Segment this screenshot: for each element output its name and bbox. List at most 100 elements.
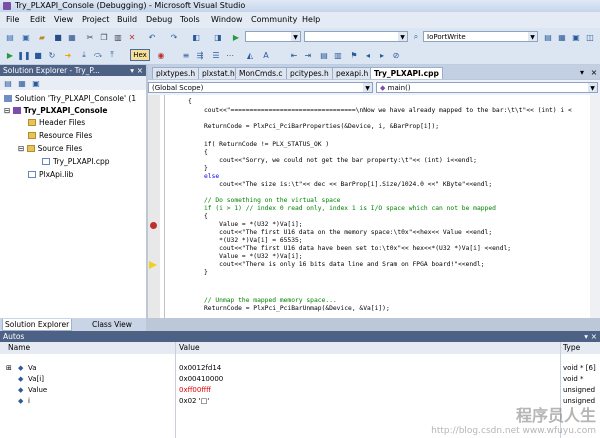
new-project-icon[interactable]: ▤ <box>4 31 16 43</box>
column-value[interactable]: Value <box>179 343 200 352</box>
solution-explorer-icon[interactable]: ▤ <box>542 31 554 43</box>
paste-icon[interactable]: ▥ <box>112 31 124 43</box>
undo-icon[interactable]: ↶ <box>146 31 158 43</box>
tab-moncmds-c[interactable]: MonCmds.c <box>235 67 287 79</box>
clear-bookmarks-icon[interactable]: ⊘ <box>390 49 402 61</box>
menu-build[interactable]: Build <box>117 15 137 24</box>
breakpoint-icon[interactable] <box>150 222 157 229</box>
menu-view[interactable]: View <box>54 15 73 24</box>
save-all-icon[interactable]: ▦ <box>66 31 78 43</box>
step-out-icon[interactable]: ⤒ <box>106 49 118 61</box>
continue-icon[interactable]: ▶ <box>4 49 16 61</box>
function-combo[interactable]: ◆ main() ▼ <box>376 82 598 93</box>
menu-help[interactable]: Help <box>302 15 320 24</box>
column-name[interactable]: Name <box>8 343 30 352</box>
copy-icon[interactable]: ❐ <box>98 31 110 43</box>
delete-icon[interactable]: ✕ <box>126 31 138 43</box>
find-combo[interactable]: IoPortWrite ▼ <box>423 31 538 42</box>
tab-try-plxapi-cpp[interactable]: Try_PLXAPI.cpp <box>370 67 443 79</box>
previous-bookmark-icon[interactable]: ◂ <box>362 49 374 61</box>
tree-project[interactable]: ⊟ Try_PLXAPI_Console <box>4 106 107 115</box>
text-editor-icon[interactable]: ≡ <box>180 49 192 61</box>
menu-project[interactable]: Project <box>82 15 109 24</box>
cut-icon[interactable]: ✂ <box>84 31 96 43</box>
cell-value[interactable]: 0x0012fd14 <box>179 364 221 372</box>
quick-info-icon[interactable]: ◭ <box>244 49 256 61</box>
table-row[interactable]: ⊞ ◆ Va 0x0012fd14 void * [6] <box>0 364 600 373</box>
tree-file-try-plxapi-cpp[interactable]: Try_PLXAPI.cpp <box>42 157 109 166</box>
break-all-icon[interactable]: ❚❚ <box>17 49 30 61</box>
close-icon[interactable]: × <box>137 65 143 76</box>
tab-class-view[interactable]: Class View <box>90 319 134 330</box>
menu-tools[interactable]: Tools <box>180 15 200 24</box>
stop-debugging-icon[interactable]: ■ <box>32 49 44 61</box>
tab-list-icon[interactable]: ▾ <box>576 66 588 78</box>
show-next-statement-icon[interactable]: ➜ <box>62 49 74 61</box>
collapse-icon[interactable]: ⊟ <box>4 106 13 115</box>
toggle-bookmark-icon[interactable]: ⚑ <box>348 49 360 61</box>
collapse-icon[interactable]: ⊟ <box>18 144 27 153</box>
code-editor[interactable]: { cout<<"===============================… <box>148 95 600 318</box>
configuration-combo[interactable]: ▼ <box>245 31 301 42</box>
platform-combo[interactable]: ▼ <box>304 31 408 42</box>
tree-solution[interactable]: Solution 'Try_PLXAPI_Console' (1 <box>4 94 136 103</box>
cell-value[interactable]: 0x02 '□' <box>179 397 209 405</box>
cell-value[interactable]: 0xff00ffff <box>179 386 211 394</box>
add-item-icon[interactable]: ▣ <box>20 31 32 43</box>
cell-value[interactable]: 0x00410000 <box>179 375 223 383</box>
decrease-indent-icon[interactable]: ⇤ <box>288 49 300 61</box>
table-row[interactable]: ◆ Va[i] 0x00410000 void * <box>0 375 600 384</box>
tree-folder-resource-files[interactable]: Resource Files <box>28 131 92 140</box>
menu-community[interactable]: Community <box>251 15 297 24</box>
indicator-margin[interactable] <box>148 95 160 318</box>
tree-file-plxapi-lib[interactable]: PlxApi.lib <box>28 170 73 179</box>
pin-icon[interactable]: ▾ <box>584 331 588 342</box>
navigate-back-icon[interactable]: ◧ <box>190 31 202 43</box>
menu-file[interactable]: File <box>6 15 19 24</box>
pin-icon[interactable]: ▾ <box>130 65 134 76</box>
word-wrap-icon[interactable]: ⇶ <box>194 49 206 61</box>
restart-icon[interactable]: ↻ <box>46 49 58 61</box>
tab-solution-explorer[interactable]: Solution Explorer <box>2 319 73 331</box>
uncomment-icon[interactable]: ▥ <box>332 49 344 61</box>
step-over-icon[interactable]: ⤼ <box>92 49 104 61</box>
open-folder-icon[interactable]: ▰ <box>36 31 48 43</box>
hex-display-button[interactable]: Hex <box>130 49 150 61</box>
properties-icon[interactable]: ▦ <box>556 31 568 43</box>
tab-plxstat-h[interactable]: plxstat.h <box>198 67 239 79</box>
toolbox-icon[interactable]: ◫ <box>584 31 596 43</box>
find-in-files-icon[interactable]: ⌕ <box>410 31 422 43</box>
breakpoints-window-icon[interactable]: ◉ <box>155 49 167 61</box>
expand-icon[interactable]: ⊞ <box>6 364 12 372</box>
refresh-icon[interactable]: ▣ <box>30 77 42 89</box>
column-type[interactable]: Type <box>563 343 580 352</box>
tab-plxtypes-h[interactable]: plxtypes.h <box>152 67 200 79</box>
scope-combo[interactable]: (Global Scope) ▼ <box>148 82 373 93</box>
complete-word-icon[interactable]: A <box>260 49 272 61</box>
navigate-forward-icon[interactable]: ◨ <box>212 31 224 43</box>
menu-edit[interactable]: Edit <box>30 15 46 24</box>
tree-folder-header-files[interactable]: Header Files <box>28 118 85 127</box>
list-members-icon[interactable]: ☰ <box>210 49 222 61</box>
close-icon[interactable]: × <box>591 331 597 342</box>
tree-folder-source-files[interactable]: ⊟ Source Files <box>18 144 82 153</box>
menu-debug[interactable]: Debug <box>146 15 172 24</box>
object-browser-icon[interactable]: ▣ <box>570 31 582 43</box>
table-row[interactable]: ◆ Value 0xff00ffff unsigned <box>0 386 600 395</box>
show-all-files-icon[interactable]: ▦ <box>16 77 28 89</box>
save-icon[interactable]: ■ <box>52 31 64 43</box>
redo-icon[interactable]: ↷ <box>168 31 180 43</box>
parameter-info-icon[interactable]: ⋯ <box>224 49 236 61</box>
properties-icon[interactable]: ▤ <box>2 77 14 89</box>
menu-window[interactable]: Window <box>211 15 243 24</box>
tab-pexapi-h[interactable]: pexapi.h <box>332 67 373 79</box>
editor-vertical-scrollbar[interactable] <box>590 95 600 318</box>
comment-out-icon[interactable]: ▤ <box>318 49 330 61</box>
next-bookmark-icon[interactable]: ▸ <box>376 49 388 61</box>
column-divider[interactable] <box>175 342 176 438</box>
start-debugging-icon[interactable]: ▶ <box>230 31 242 43</box>
increase-indent-icon[interactable]: ⇥ <box>302 49 314 61</box>
close-document-icon[interactable]: × <box>588 66 600 78</box>
step-into-icon[interactable]: ⤓ <box>78 49 90 61</box>
tab-pcitypes-h[interactable]: pcitypes.h <box>286 67 333 79</box>
